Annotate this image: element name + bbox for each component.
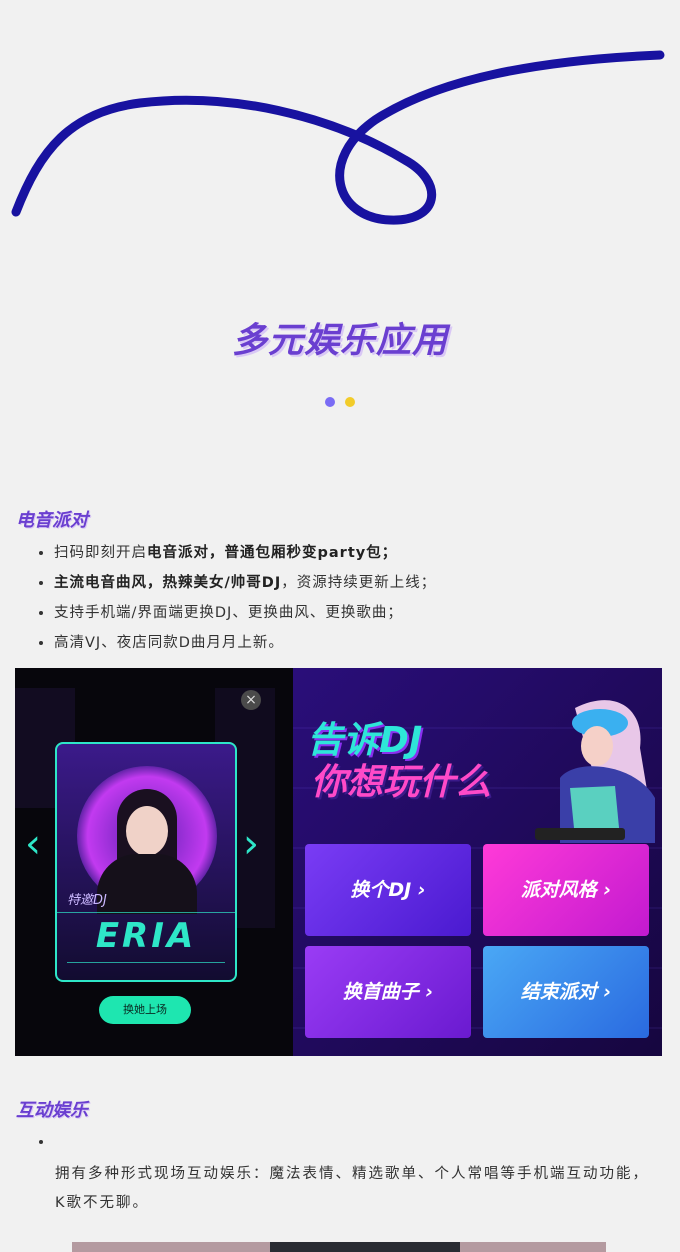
- arrow-right-icon[interactable]: ›: [243, 824, 259, 864]
- card-divider: [67, 962, 225, 963]
- interactive-feature-list: [36, 1127, 60, 1157]
- section-title-interactive-entertainment: 互动娱乐: [16, 1100, 88, 1121]
- end-party-button[interactable]: 结束派对 ›: [483, 946, 649, 1038]
- interactive-description: 拥有多种形式现场互动娱乐：魔法表情、精选歌单、个人常唱等手机端互动功能，K歌不无…: [55, 1166, 649, 1211]
- list-item: 支持手机端/界面端更换DJ、更换曲风、更换歌曲；: [54, 598, 436, 628]
- change-dj-button[interactable]: 换个DJ ›: [305, 844, 471, 936]
- list-item: 高清VJ、夜店同款D曲月月上新。: [54, 628, 436, 658]
- dot-yellow: [345, 397, 355, 407]
- edm-party-promo-image: 特邀DJ ERIA × ‹ › 换她上场 告诉DJ 你想玩什么 换个DJ › 派…: [15, 668, 662, 1056]
- list-item: [54, 1127, 60, 1157]
- section-title-edm-party: 电音派对: [16, 510, 88, 531]
- dj-tag: 特邀DJ: [67, 893, 107, 908]
- promo-headline-line2: 你想玩什么: [311, 762, 492, 803]
- title-dots: [0, 392, 680, 411]
- change-song-button[interactable]: 换首曲子 ›: [305, 946, 471, 1038]
- edm-feature-list: 扫码即刻开启电音派对，普通包厢秒变party包； 主流电音曲风，热辣美女/帅哥D…: [36, 538, 436, 658]
- list-item: 扫码即刻开启电音派对，普通包厢秒变party包；: [54, 538, 436, 568]
- decorative-swirl: [11, 50, 665, 225]
- dj-card: 特邀DJ ERIA: [55, 742, 237, 982]
- dj-body: [97, 854, 197, 914]
- bottom-image-preview-center: [270, 1242, 460, 1252]
- close-button[interactable]: ×: [241, 690, 261, 710]
- promo-headline-line1: 告诉DJ: [307, 720, 423, 761]
- page-title: 多元娱乐应用: [231, 321, 448, 361]
- list-item: 主流电音曲风，热辣美女/帅哥DJ，资源持续更新上线；: [54, 568, 436, 598]
- card-divider: [57, 912, 235, 913]
- switch-dj-button[interactable]: 换她上场: [99, 996, 191, 1024]
- arrow-left-icon[interactable]: ‹: [25, 824, 41, 864]
- dj-name: ERIA: [95, 916, 197, 956]
- dot-purple: [325, 397, 335, 407]
- party-style-button[interactable]: 派对风格 ›: [483, 844, 649, 936]
- dj-face: [126, 806, 168, 856]
